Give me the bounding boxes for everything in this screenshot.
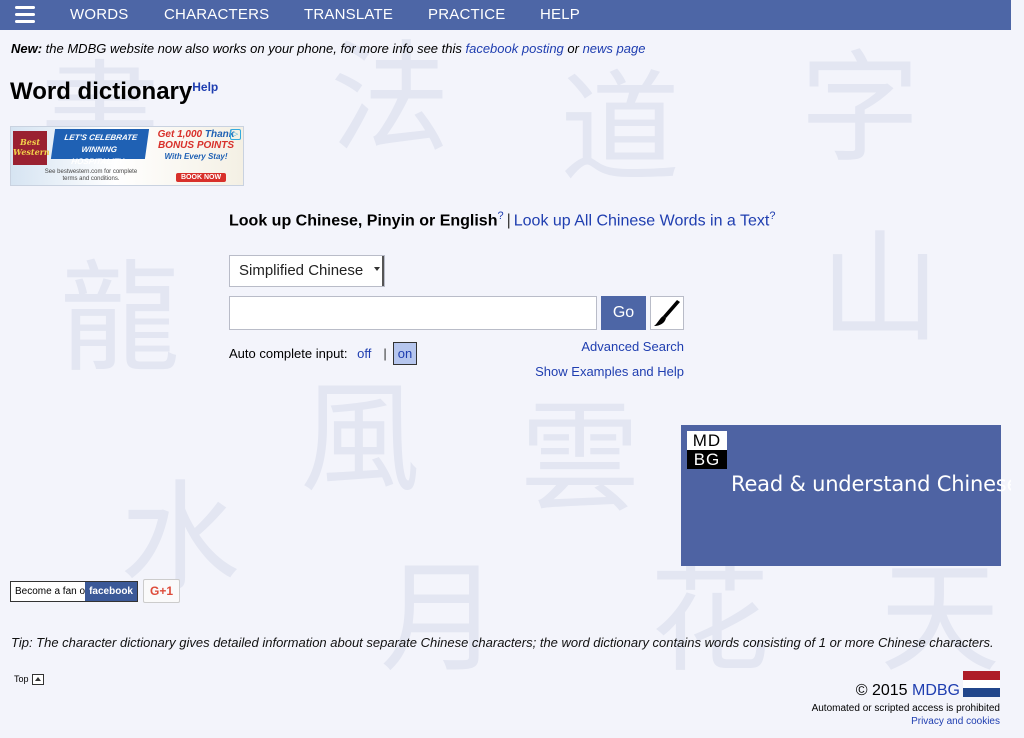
news-text: the MDBG website now also works on your … (42, 41, 466, 56)
mdbg-logo-top: MD (687, 431, 727, 450)
page-scrollbar[interactable] (1011, 0, 1024, 738)
facebook-logo: facebook (85, 582, 137, 601)
script-select[interactable]: Simplified Chinese (229, 255, 385, 287)
ad-fine-print: See bestwestern.com for complete terms a… (44, 169, 138, 182)
top-navigation-bar: WORDS CHARACTERS TRANSLATE PRACTICE HELP (0, 0, 1011, 30)
facebook-fan-button[interactable]: Become a fan on facebook (10, 581, 138, 602)
autocomplete-label: Auto complete input: (229, 346, 348, 361)
ad-book-now-button[interactable]: BOOK NOW (176, 173, 227, 182)
news-banner: New: the MDBG website now also works on … (11, 41, 645, 56)
flag-red (963, 671, 1000, 680)
ad-banner-text: LET'S CELEBRATE WINNING HOSPITALITY (50, 129, 150, 166)
promo-tagline: Read & understand Chinese (731, 472, 1020, 496)
lookup-separator: | (506, 212, 511, 230)
mdbg-link[interactable]: MDBG (912, 682, 960, 699)
privacy-cookies-link[interactable]: Privacy and cookies (911, 716, 1000, 727)
hotel-ad-banner[interactable]: Best Western LET'S CELEBRATE WINNING HOS… (10, 126, 244, 186)
autocomplete-on[interactable]: on (392, 342, 418, 365)
mdbg-logo: MD BG (687, 431, 727, 469)
tip-text: Tip: The character dictionary gives deta… (11, 635, 994, 650)
nav-translate[interactable]: TRANSLATE (304, 6, 393, 23)
calligraphy-brush-icon (654, 300, 680, 326)
hamburger-menu-icon[interactable] (15, 6, 35, 24)
select-edge (382, 256, 384, 286)
netherlands-flag-icon[interactable] (963, 671, 1000, 697)
mdbg-promo-banner[interactable]: MD BG Read & understand Chinese (681, 425, 1019, 566)
lookup-heading: Look up Chinese, Pinyin or English? | Look… (229, 210, 775, 230)
facebook-posting-link[interactable]: facebook posting (465, 41, 563, 56)
autocomplete-off[interactable]: off (357, 346, 371, 361)
lookup-help-link[interactable]: ? (497, 210, 503, 222)
best-western-logo: Best Western (13, 131, 50, 165)
google-plus-button[interactable]: G+1 (143, 579, 180, 603)
go-button[interactable]: Go (601, 296, 646, 330)
ad-bonus: Get 1,000 Thank BONUS POINTS With Every … (151, 129, 241, 162)
news-or: or (563, 41, 583, 56)
nav-words[interactable]: WORDS (70, 6, 129, 23)
automated-access-notice: Automated or scripted access is prohibit… (811, 703, 1000, 714)
ad-stay: With Every Stay! (164, 152, 228, 161)
flag-blue (963, 688, 1000, 697)
ad-bonus-points: BONUS POINTS (157, 140, 235, 151)
autocomplete-separator: | (383, 346, 387, 361)
flag-white (963, 679, 1000, 689)
scroll-top-icon (31, 674, 44, 686)
search-input[interactable] (229, 296, 597, 330)
lookup-all-help-link[interactable]: ? (769, 210, 775, 222)
fb-text: Become a fan on (15, 586, 91, 597)
show-examples-link[interactable]: Show Examples and Help (535, 364, 684, 379)
news-page-link[interactable]: news page (583, 41, 646, 56)
nav-characters[interactable]: CHARACTERS (164, 6, 269, 23)
script-select-value: Simplified Chinese (239, 262, 364, 279)
background-calligraphy: 書 法 道 字 龍 風 雲 山 水 花 月 天 (40, 30, 1000, 689)
scroll-top-link[interactable]: Top (14, 674, 44, 686)
nav-practice[interactable]: PRACTICE (428, 6, 505, 23)
lookup-all-words-link[interactable]: Look up All Chinese Words in a Text (514, 212, 770, 229)
news-label: New: (11, 41, 43, 56)
nav-help[interactable]: HELP (540, 6, 580, 23)
autocomplete-toggle: Auto complete input: off | on (229, 342, 418, 365)
handwriting-button[interactable] (650, 296, 684, 330)
copyright: © 2015 MDBG (856, 682, 960, 700)
title-help-link[interactable]: Help (192, 80, 218, 94)
mdbg-logo-bottom: BG (687, 450, 727, 469)
advanced-search-link[interactable]: Advanced Search (581, 339, 684, 354)
top-label: Top (14, 674, 29, 684)
dropdown-arrow-icon (374, 267, 380, 271)
page-title: Word dictionaryHelp (10, 78, 218, 106)
copyright-text: © 2015 (855, 682, 912, 699)
ad-get: Get 1,000 (157, 129, 203, 140)
page-title-text: Word dictionary (10, 78, 193, 105)
lookup-label: Look up Chinese, Pinyin or English (229, 212, 498, 230)
adchoices-icon[interactable]: ▷ (230, 129, 241, 140)
